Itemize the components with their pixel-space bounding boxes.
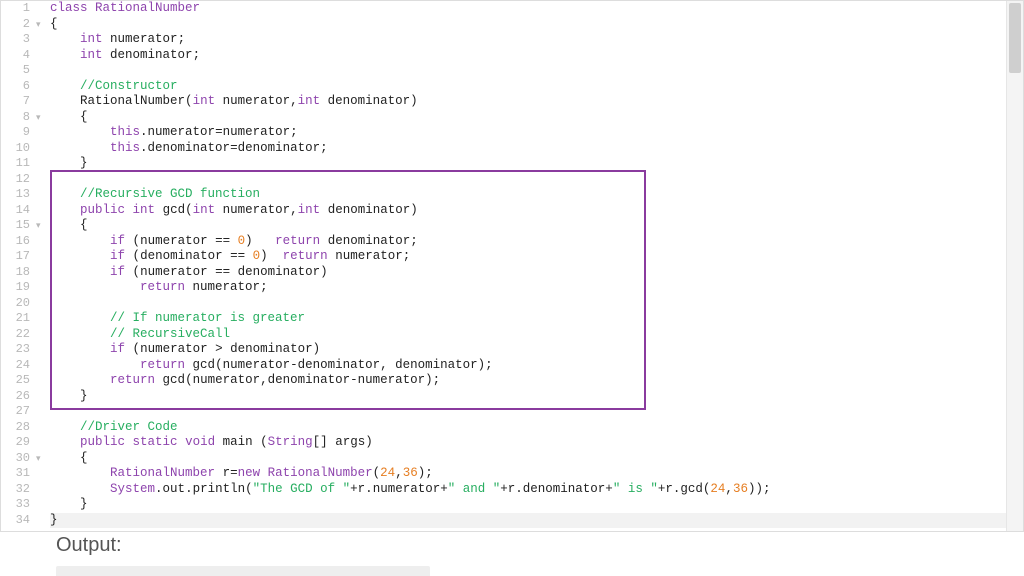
output-title: Output:	[56, 534, 122, 557]
line-number: 17	[1, 249, 30, 265]
code-line[interactable]: RationalNumber r=new RationalNumber(24,3…	[50, 466, 1021, 482]
line-number: 8	[1, 110, 30, 126]
line-number: 26	[1, 389, 30, 405]
line-number: 33	[1, 497, 30, 513]
code-line[interactable]: {	[50, 110, 1021, 126]
line-number: 19	[1, 280, 30, 296]
code-line[interactable]: RationalNumber(int numerator,int denomin…	[50, 94, 1021, 110]
code-line[interactable]: return numerator;	[50, 280, 1021, 296]
line-number: 10	[1, 141, 30, 157]
code-line[interactable]: return gcd(numerator-denominator, denomi…	[50, 358, 1021, 374]
code-line[interactable]: if (denominator == 0) return numerator;	[50, 249, 1021, 265]
fold-toggle-icon[interactable]: ▾	[36, 113, 41, 123]
line-number: 21	[1, 311, 30, 327]
code-line[interactable]	[50, 63, 1021, 79]
code-line[interactable]: }	[50, 497, 1021, 513]
code-line[interactable]: public static void main (String[] args)	[50, 435, 1021, 451]
code-line[interactable]: if (numerator > denominator)	[50, 342, 1021, 358]
line-number: 6	[1, 79, 30, 95]
code-line[interactable]: {	[50, 17, 1021, 33]
code-line[interactable]: if (numerator == 0) return denominator;	[50, 234, 1021, 250]
output-panel: Output: Copy The GCD of 24 and 36 is 12	[56, 534, 1024, 576]
line-number: 28	[1, 420, 30, 436]
line-number: 14	[1, 203, 30, 219]
code-line[interactable]	[50, 296, 1021, 312]
code-area[interactable]: class RationalNumber{ int numerator; int…	[50, 1, 1021, 531]
scrollbar-thumb[interactable]	[1009, 3, 1021, 73]
line-number: 4	[1, 48, 30, 64]
line-number: 29	[1, 435, 30, 451]
line-number: 31	[1, 466, 30, 482]
line-number: 23	[1, 342, 30, 358]
line-number: 24	[1, 358, 30, 374]
code-line[interactable]: // RecursiveCall	[50, 327, 1021, 343]
code-line[interactable]: this.denominator=denominator;	[50, 141, 1021, 157]
line-number: 18	[1, 265, 30, 281]
code-line[interactable]: System.out.println("The GCD of "+r.numer…	[50, 482, 1021, 498]
code-line[interactable]: this.numerator=numerator;	[50, 125, 1021, 141]
code-line[interactable]: //Constructor	[50, 79, 1021, 95]
code-line[interactable]: }	[50, 513, 1021, 529]
line-number: 7	[1, 94, 30, 110]
code-line[interactable]: }	[50, 156, 1021, 172]
line-number: 11	[1, 156, 30, 172]
line-number: 9	[1, 125, 30, 141]
line-number: 25	[1, 373, 30, 389]
code-line[interactable]: //Driver Code	[50, 420, 1021, 436]
code-line[interactable]: class RationalNumber	[50, 1, 1021, 17]
line-number: 1	[1, 1, 30, 17]
fold-toggle-icon[interactable]: ▾	[36, 20, 41, 30]
line-number: 32	[1, 482, 30, 498]
code-line[interactable]: {	[50, 218, 1021, 234]
code-line[interactable]: return gcd(numerator,denominator-numerat…	[50, 373, 1021, 389]
line-number: 13	[1, 187, 30, 203]
line-number: 20	[1, 296, 30, 312]
fold-toggle-icon[interactable]: ▾	[36, 221, 41, 231]
line-number: 22	[1, 327, 30, 343]
code-line[interactable]: public int gcd(int numerator,int denomin…	[50, 203, 1021, 219]
line-number: 2	[1, 17, 30, 33]
line-number: 5	[1, 63, 30, 79]
line-number: 3	[1, 32, 30, 48]
code-line[interactable]: {	[50, 451, 1021, 467]
line-number: 15	[1, 218, 30, 234]
code-line[interactable]	[50, 172, 1021, 188]
line-number: 34	[1, 513, 30, 529]
line-number: 27	[1, 404, 30, 420]
code-line[interactable]	[50, 404, 1021, 420]
line-gutter: 1234567891011121314151617181920212223242…	[1, 1, 36, 528]
line-number: 12	[1, 172, 30, 188]
code-editor[interactable]: 1234567891011121314151617181920212223242…	[0, 0, 1024, 532]
code-line[interactable]: }	[50, 389, 1021, 405]
line-number: 30	[1, 451, 30, 467]
code-line[interactable]: if (numerator == denominator)	[50, 265, 1021, 281]
fold-toggle-icon[interactable]: ▾	[36, 454, 41, 464]
code-line[interactable]: int numerator;	[50, 32, 1021, 48]
code-line[interactable]: // If numerator is greater	[50, 311, 1021, 327]
code-line[interactable]: int denominator;	[50, 48, 1021, 64]
code-line[interactable]: //Recursive GCD function	[50, 187, 1021, 203]
line-number: 16	[1, 234, 30, 250]
output-text: The GCD of 24 and 36 is 12	[56, 566, 430, 576]
editor-scrollbar[interactable]	[1006, 1, 1023, 531]
